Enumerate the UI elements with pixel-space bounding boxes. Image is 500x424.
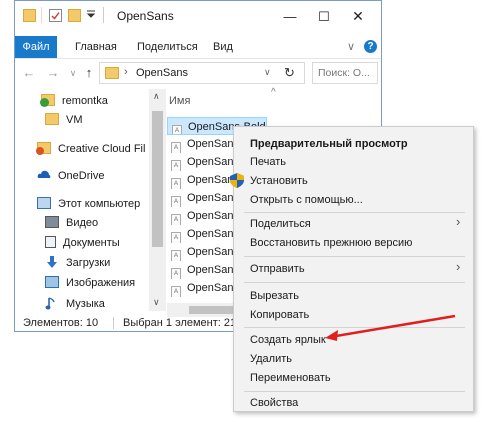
arrow-head [325, 330, 338, 341]
arrow-shaft [335, 314, 456, 338]
annotation-arrow [325, 314, 456, 341]
